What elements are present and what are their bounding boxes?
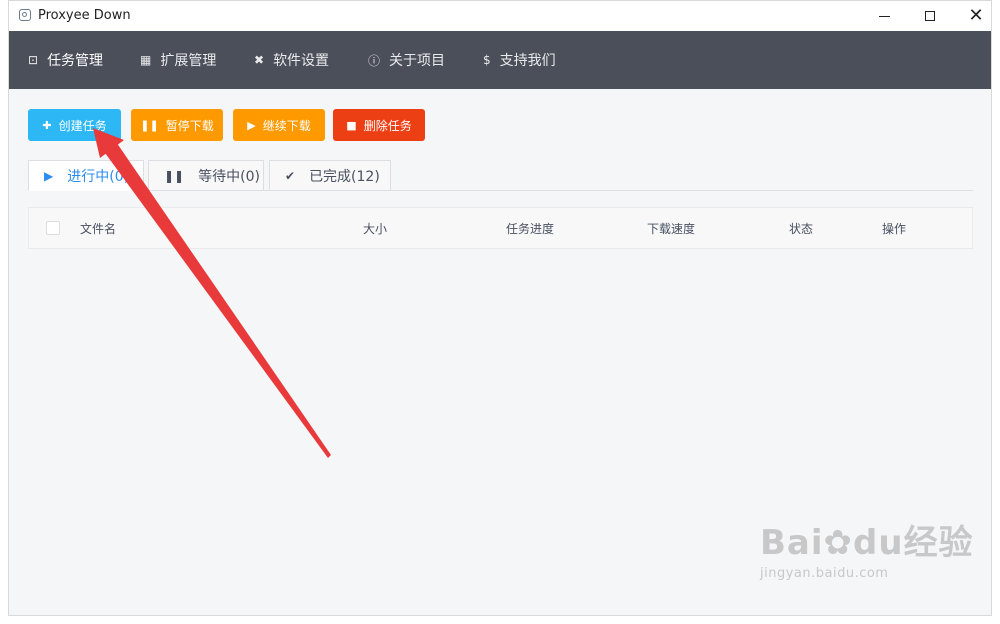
maximize-icon (925, 11, 935, 21)
tab-label: 进行中(0) (67, 168, 130, 185)
resume-download-button[interactable]: ▶ 继续下载 (233, 109, 325, 141)
nav-item-label: 关于项目 (389, 53, 446, 69)
paw-icon: ✿ (823, 523, 854, 563)
tab-running[interactable]: ▶ 进行中(0) (28, 160, 144, 191)
nav-item-extension-management[interactable]: ▦ 扩展管理 (140, 31, 216, 89)
window-title: Proxyee Down (38, 8, 131, 23)
extension-icon: ▦ (140, 53, 152, 67)
top-navbar: ⊡ 任务管理 ▦ 扩展管理 ✖ 软件设置 ⓘ 关于项目 $ 支持我们 (9, 31, 991, 89)
column-size: 大小 (363, 221, 388, 236)
minimize-icon (878, 15, 890, 17)
info-icon: ⓘ (368, 53, 381, 68)
tab-label: 等待中(0) (198, 168, 260, 185)
tab-completed[interactable]: ✔ 已完成(12) (269, 160, 391, 191)
nav-item-label: 任务管理 (47, 53, 104, 69)
watermark-brand: Bai✿du经验 (760, 515, 974, 564)
watermark-url: jingyan.baidu.com (760, 566, 889, 581)
close-icon: ✕ (968, 5, 984, 26)
select-all-checkbox[interactable] (46, 221, 60, 235)
plus-icon: ✚ (42, 118, 52, 132)
create-task-label: 创建任务 (58, 118, 107, 133)
nav-item-about-project[interactable]: ⓘ 关于项目 (368, 31, 445, 89)
pause-download-label: 暂停下载 (165, 118, 214, 133)
create-task-button[interactable]: ✚ 创建任务 (28, 109, 121, 141)
trash-icon: ■ (346, 118, 357, 132)
watermark-brand-part2: du (853, 523, 904, 563)
minimize-button[interactable] (861, 1, 907, 31)
watermark-brand-part1: Bai (760, 523, 824, 563)
dollar-icon: $ (483, 53, 491, 67)
nav-item-label: 软件设置 (273, 53, 330, 69)
pause-icon: ❚❚ (140, 118, 159, 132)
column-filename: 文件名 (80, 221, 117, 236)
column-progress: 任务进度 (506, 221, 555, 236)
check-icon: ✔ (285, 168, 296, 183)
play-icon: ▶ (44, 168, 54, 183)
task-icon: ⊡ (28, 53, 39, 67)
delete-task-label: 删除任务 (363, 118, 412, 133)
resume-download-label: 继续下载 (262, 118, 311, 133)
maximize-button[interactable] (907, 1, 953, 31)
watermark-suffix: 经验 (903, 523, 974, 563)
column-speed: 下载速度 (647, 221, 696, 236)
close-button[interactable]: ✕ (953, 1, 991, 31)
pause-icon: ❚❚ (164, 168, 185, 183)
task-table-header: 文件名 大小 任务进度 下载速度 状态 操作 (28, 207, 973, 249)
pause-download-button[interactable]: ❚❚ 暂停下载 (131, 109, 223, 141)
nav-item-software-settings[interactable]: ✖ 软件设置 (254, 31, 329, 89)
baidu-watermark: Bai✿du经验 jingyan.baidu.com (760, 515, 974, 581)
tools-icon: ✖ (254, 53, 265, 67)
tab-waiting[interactable]: ❚❚ 等待中(0) (148, 160, 264, 191)
app-logo-icon (19, 9, 31, 21)
nav-item-label: 支持我们 (499, 53, 556, 69)
play-icon: ▶ (247, 118, 256, 132)
nav-item-support-us[interactable]: $ 支持我们 (483, 31, 556, 89)
column-actions: 操作 (882, 221, 907, 236)
title-bar: Proxyee Down ✕ (9, 1, 991, 31)
column-status: 状态 (789, 221, 814, 236)
tab-label: 已完成(12) (309, 168, 380, 185)
background-fragment (0, 60, 8, 90)
delete-task-button[interactable]: ■ 删除任务 (333, 109, 425, 141)
nav-item-task-management[interactable]: ⊡ 任务管理 (28, 31, 103, 89)
nav-item-label: 扩展管理 (160, 53, 217, 69)
